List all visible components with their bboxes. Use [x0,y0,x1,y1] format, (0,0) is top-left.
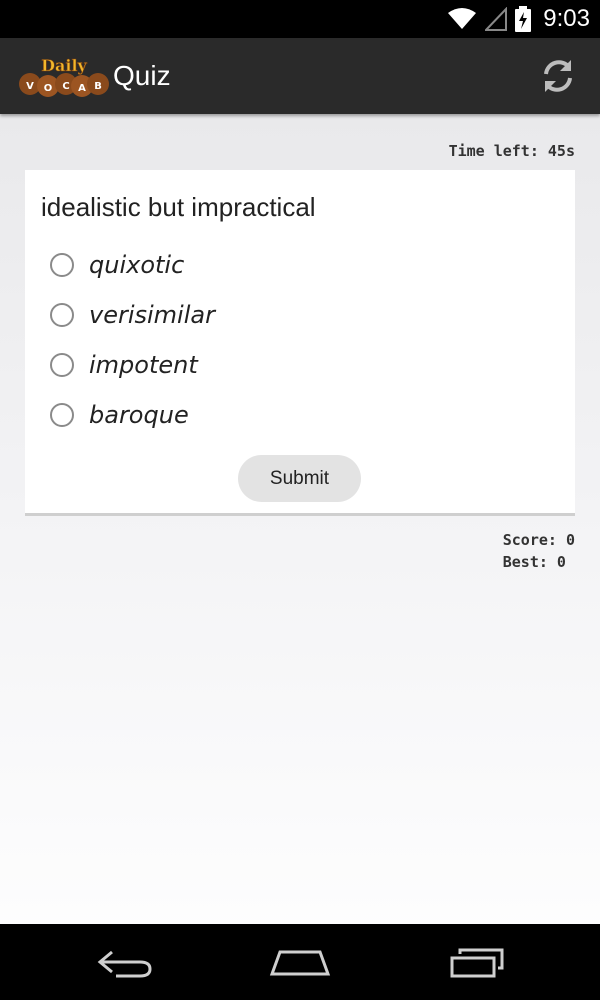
question-text: idealistic but impractical [41,192,316,222]
battery-charging-icon [515,6,532,32]
home-icon[interactable] [268,944,332,980]
option-label: verisimilar [89,301,215,329]
option-label: impotent [89,351,198,379]
radio-button[interactable] [50,303,74,327]
refresh-icon[interactable] [538,56,578,96]
score-label: Score: 0 [502,531,575,549]
navigation-bar [0,924,600,1000]
status-time: 9:03 [543,5,590,32]
best-score-label: Best: 0 [502,553,566,571]
option-label: quixotic [89,251,185,279]
option-verisimilar[interactable]: verisimilar [50,295,215,335]
status-icons: 9:03 [447,0,590,38]
question-card: idealistic but impractical quixotic veri… [25,170,575,516]
logo-letter: V [26,81,34,92]
option-label: baroque [89,401,189,429]
option-impotent[interactable]: impotent [50,345,198,385]
radio-button[interactable] [50,253,74,277]
daily-vocab-logo[interactable]: Daily V O C A B [18,56,110,98]
option-baroque[interactable]: baroque [50,395,189,435]
back-icon[interactable] [94,944,158,980]
radio-button[interactable] [50,403,74,427]
score-panel: Score: 0 Best: 0 [503,529,575,573]
time-left-label: Time left: 45s [448,142,575,160]
submit-button[interactable]: Submit [238,455,361,502]
app-title: Quiz [113,60,171,91]
action-bar: Daily V O C A B Quiz [0,38,600,114]
logo-letter: B [94,81,102,92]
signal-icon [485,7,508,31]
logo-text: Daily [41,56,87,75]
wifi-icon [448,8,477,29]
logo-letter: O [44,83,53,94]
logo-letter: C [62,81,69,92]
logo-letter: A [78,83,86,94]
option-quixotic[interactable]: quixotic [50,245,184,285]
status-bar: 9:03 [0,0,600,38]
radio-button[interactable] [50,353,74,377]
recent-apps-icon[interactable] [444,944,508,980]
